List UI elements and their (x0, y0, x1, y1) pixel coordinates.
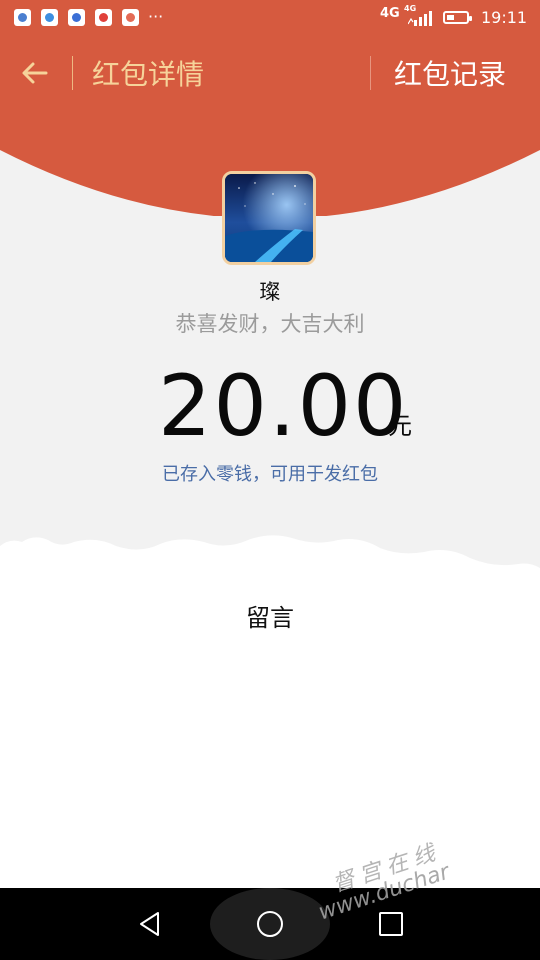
status-time: 19:11 (481, 8, 528, 27)
sender-name: 璨 (259, 280, 281, 304)
message-section-title: 留言 (246, 604, 294, 632)
square-recent-icon[interactable] (377, 910, 405, 938)
packet-amount: 20.00 (158, 357, 409, 455)
page-title: 红包详情 (92, 58, 205, 91)
status-bar: ··· 4G 4G 19:11 (0, 0, 540, 36)
saved-to-balance-link[interactable]: 已存入零钱，可用于发红包 (0, 460, 540, 486)
header-bar: 红包详情 红包记录 (0, 36, 540, 108)
sender-avatar[interactable] (222, 171, 316, 265)
circle-home-icon[interactable] (256, 910, 284, 938)
battery-level-fill (447, 15, 454, 20)
header-divider-right (370, 56, 371, 90)
more-notifications-indicator: ··· (148, 7, 164, 26)
paw-icon (68, 9, 85, 26)
torn-paper-edge (0, 535, 540, 594)
avatar-image (225, 174, 313, 262)
wifi-signal-icon (14, 9, 31, 26)
header-divider (72, 56, 73, 90)
signal-strength-icon (408, 11, 432, 26)
red-packet-records-button[interactable]: 红包记录 (394, 53, 506, 93)
greeting-text: 恭喜发财，大吉大利 (175, 312, 365, 336)
chat-bubble-icon (41, 9, 58, 26)
currency-unit: 元 (388, 412, 412, 440)
triangle-back-icon[interactable] (136, 910, 164, 938)
network-type-label: 4G (380, 6, 400, 21)
video-play-icon (95, 9, 112, 26)
battery-icon (443, 11, 472, 24)
arrow-left-icon[interactable] (18, 56, 52, 90)
navigation-bar (0, 888, 540, 960)
map-pin-icon (122, 9, 139, 26)
